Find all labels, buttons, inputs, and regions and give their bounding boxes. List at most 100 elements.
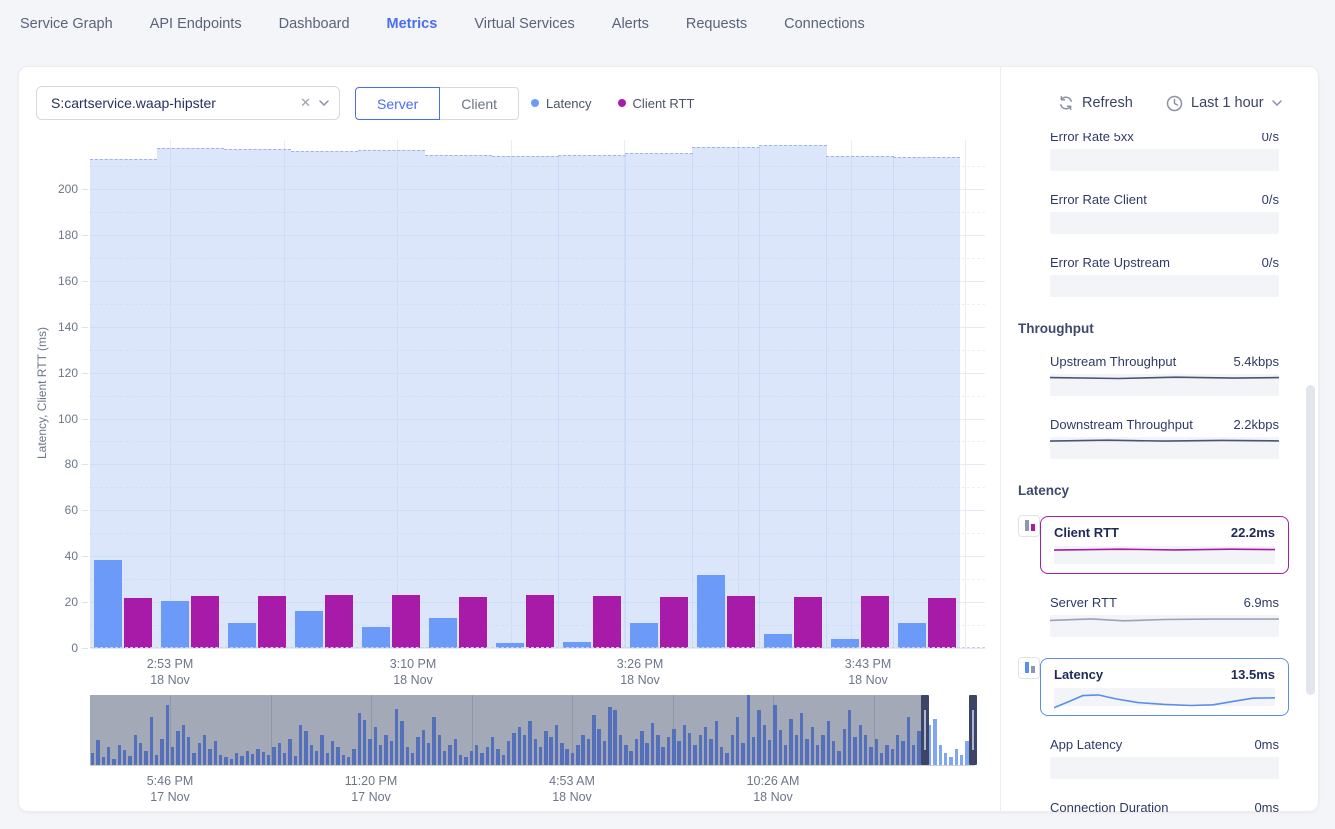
brush-bar [160, 739, 163, 765]
brush-bar [395, 709, 398, 765]
server-client-toggle: Server Client [355, 87, 519, 120]
nav-tab-alerts[interactable]: Alerts [612, 0, 649, 48]
brush-bar [576, 745, 579, 765]
metric-row-app-latency[interactable]: App Latency0ms [1018, 737, 1289, 779]
server-tab[interactable]: Server [355, 87, 440, 120]
y-tick-mark [82, 602, 88, 603]
latency-bar [429, 618, 457, 648]
brush-bar [619, 735, 622, 765]
x-tick-time: 3:26 PM [595, 656, 685, 672]
brush-bar [454, 739, 457, 765]
metric-inner: Error Rate Client0/s [1018, 192, 1279, 234]
brush-bar [459, 755, 462, 765]
metric-row-latency[interactable]: Latency13.5ms [1018, 658, 1289, 716]
brush-bar [933, 719, 936, 765]
upper-band-step [625, 153, 692, 648]
brush-bar [656, 735, 659, 765]
brush-bar [272, 747, 275, 765]
brush-bar [523, 735, 526, 765]
x-axis-baseline [90, 647, 985, 648]
metric-value: 0/s [1262, 255, 1279, 270]
brush-bar [491, 737, 494, 765]
metric-value: 2.2kbps [1233, 417, 1279, 432]
brush-bar [448, 745, 451, 765]
metric-row-server-rtt[interactable]: Server RTT6.9ms [1018, 595, 1289, 637]
chevron-down-icon[interactable] [319, 100, 329, 106]
nav-tab-dashboard[interactable]: Dashboard [279, 0, 350, 48]
metric-row-error-rate-upstream[interactable]: Error Rate Upstream0/s [1018, 255, 1289, 297]
icon-bar [1025, 520, 1029, 531]
brush-bar [565, 749, 568, 765]
brush-bar [763, 725, 766, 765]
brush-bar [480, 753, 483, 765]
metric-card-client-rtt[interactable]: Client RTT22.2ms [1040, 516, 1289, 574]
brush-bar [128, 756, 131, 765]
brush-bar [672, 729, 675, 765]
brush-bar [725, 753, 728, 765]
upper-band-step [492, 156, 559, 648]
nav-tab-metrics[interactable]: Metrics [387, 0, 438, 48]
brush-handle-right[interactable] [969, 695, 977, 765]
brush-bar [880, 753, 883, 765]
y-tick-label: 120 [42, 366, 78, 380]
nav-tab-requests[interactable]: Requests [686, 0, 747, 48]
nav-tab-api-endpoints[interactable]: API Endpoints [150, 0, 242, 48]
clear-selection-icon[interactable]: ✕ [292, 95, 319, 111]
metric-card-latency[interactable]: Latency13.5ms [1040, 658, 1289, 716]
brush-handle-left[interactable] [921, 695, 929, 765]
upper-band-step [291, 151, 358, 648]
metric-row-connection-duration[interactable]: Connection Duration0ms [1018, 800, 1289, 812]
y-tick-mark [82, 281, 88, 282]
nav-tab-virtual-services[interactable]: Virtual Services [474, 0, 574, 48]
metric-header-row: App Latency0ms [1050, 737, 1279, 754]
metric-row-error-rate-5xx[interactable]: Error Rate 5xx0/s [1018, 133, 1289, 171]
brush-bar [534, 739, 537, 765]
metric-chart-toggle-icon[interactable] [1018, 515, 1040, 537]
brush-bar [384, 735, 387, 765]
metric-inner: Connection Duration0ms [1018, 800, 1279, 812]
y-tick-mark [82, 189, 88, 190]
metric-row-downstream-throughput[interactable]: Downstream Throughput2.2kbps [1018, 417, 1289, 459]
brush-bar [677, 741, 680, 765]
metric-header-row: Client RTT22.2ms [1054, 525, 1275, 542]
x-tick-label: 3:43 PM18 Nov [823, 656, 913, 688]
brush-bar [645, 743, 648, 765]
refresh-button[interactable]: Refresh [1058, 87, 1133, 119]
metric-sparkline-box [1054, 688, 1275, 706]
brush-navigator[interactable] [90, 695, 975, 765]
brush-bar [283, 753, 286, 765]
brush-bar [240, 756, 243, 765]
legend-label: Client RTT [633, 96, 695, 111]
brush-bar [203, 735, 206, 765]
metric-row-error-rate-client[interactable]: Error Rate Client0/s [1018, 192, 1289, 234]
metric-sparkline-box [1050, 615, 1279, 637]
y-tick-mark [82, 373, 88, 374]
gridline-major [90, 648, 985, 649]
latency-bar [630, 623, 658, 648]
legend-item-client-rtt[interactable]: Client RTT [618, 96, 695, 111]
time-range-selector[interactable]: Last 1 hour [1166, 87, 1282, 119]
brush-bar [731, 735, 734, 765]
brush-bar [640, 731, 643, 765]
service-selector[interactable]: S:cartservice.waap-hipster ✕ [36, 86, 340, 120]
brush-bar [187, 737, 190, 765]
nav-tab-service-graph[interactable]: Service Graph [20, 0, 113, 48]
brush-bar [720, 747, 723, 765]
brush-bar [235, 753, 238, 765]
upper-band-step [558, 155, 625, 648]
metrics-sidebar: Error Rate 5xx0/s Error Rate Client0/s Err… [1018, 133, 1289, 812]
nav-tab-connections[interactable]: Connections [784, 0, 865, 48]
brush-bar [613, 710, 616, 765]
client-tab[interactable]: Client [439, 87, 519, 120]
brush-bar [624, 745, 627, 765]
metric-row-client-rtt[interactable]: Client RTT22.2ms [1018, 516, 1289, 574]
brush-bar [347, 757, 350, 765]
metric-chart-toggle-icon[interactable] [1018, 657, 1040, 679]
chart-legend: Latency Client RTT [531, 88, 694, 118]
brush-bar [800, 713, 803, 765]
sidebar-scrollbar-thumb[interactable] [1306, 385, 1315, 695]
x-tick-time: 3:43 PM [823, 656, 913, 672]
legend-item-latency[interactable]: Latency [531, 96, 592, 111]
metric-row-upstream-throughput[interactable]: Upstream Throughput5.4kbps [1018, 354, 1289, 396]
brush-bar [304, 731, 307, 765]
